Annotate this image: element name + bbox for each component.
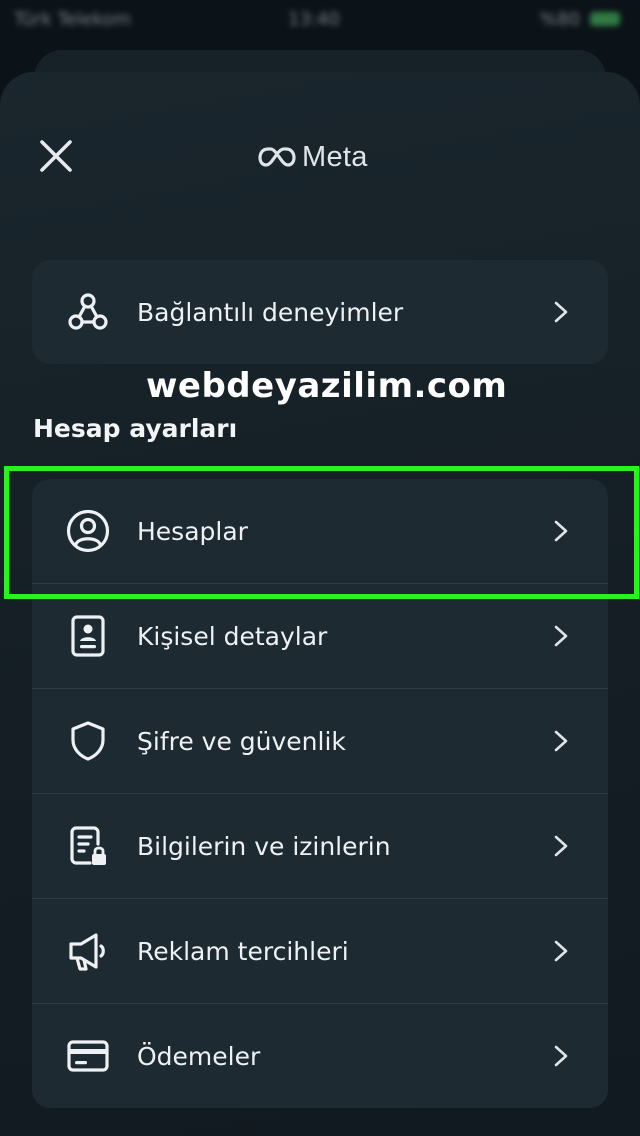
- ad-preferences-label: Reklam tercihleri: [137, 936, 349, 966]
- screen: Türk Telekom 13:40 %80 Meta Bağlantılı d…: [0, 0, 640, 1136]
- chevron-right-icon: [550, 301, 572, 323]
- chevron-right-icon: [550, 1045, 572, 1067]
- info-permissions-row[interactable]: Bilgilerin ve izinlerin: [32, 793, 608, 898]
- status-bar: Türk Telekom 13:40 %80: [0, 0, 640, 44]
- connected-experiences-label: Bağlantılı deneyimler: [137, 297, 404, 327]
- watermark-text: webdeyazilim.com: [146, 366, 508, 406]
- accounts-label: Hesaplar: [137, 516, 248, 546]
- connected-experiences-row[interactable]: Bağlantılı deneyimler: [32, 260, 608, 364]
- meta-infinity-icon: [258, 147, 296, 167]
- logo-text: Meta: [302, 140, 368, 173]
- info-permissions-label: Bilgilerin ve izinlerin: [137, 831, 391, 861]
- password-security-label: Şifre ve güvenlik: [137, 726, 346, 756]
- chevron-right-icon: [550, 520, 572, 542]
- battery-label: %80: [539, 9, 580, 30]
- document-lock-icon: [66, 824, 110, 868]
- connected-nodes-icon: [66, 290, 110, 334]
- chevron-right-icon: [550, 835, 572, 857]
- close-button[interactable]: [34, 134, 78, 178]
- shield-icon: [66, 719, 110, 763]
- battery-icon: [590, 12, 620, 26]
- chevron-right-icon: [550, 940, 572, 962]
- carrier-label: Türk Telekom: [14, 9, 131, 30]
- profile-circle-icon: [66, 509, 110, 553]
- chevron-right-icon: [550, 730, 572, 752]
- close-icon: [40, 140, 72, 172]
- payments-row[interactable]: Ödemeler: [32, 1003, 608, 1108]
- personal-details-row[interactable]: Kişisel detaylar: [32, 583, 608, 688]
- personal-details-label: Kişisel detaylar: [137, 621, 328, 651]
- ad-preferences-row[interactable]: Reklam tercihleri: [32, 898, 608, 1003]
- clock: 13:40: [288, 9, 340, 30]
- payments-label: Ödemeler: [137, 1041, 261, 1071]
- accounts-row[interactable]: Hesaplar: [32, 479, 608, 583]
- connected-experiences-card: Bağlantılı deneyimler: [32, 260, 608, 364]
- chevron-right-icon: [550, 625, 572, 647]
- id-card-icon: [66, 614, 110, 658]
- meta-logo: Meta: [258, 138, 368, 176]
- credit-card-icon: [66, 1034, 110, 1078]
- account-settings-card: Hesaplar Kişisel detaylar Şifre ve güven…: [32, 479, 608, 1108]
- section-title-account-settings: Hesap ayarları: [33, 414, 238, 443]
- megaphone-icon: [66, 929, 110, 973]
- password-security-row[interactable]: Şifre ve güvenlik: [32, 688, 608, 793]
